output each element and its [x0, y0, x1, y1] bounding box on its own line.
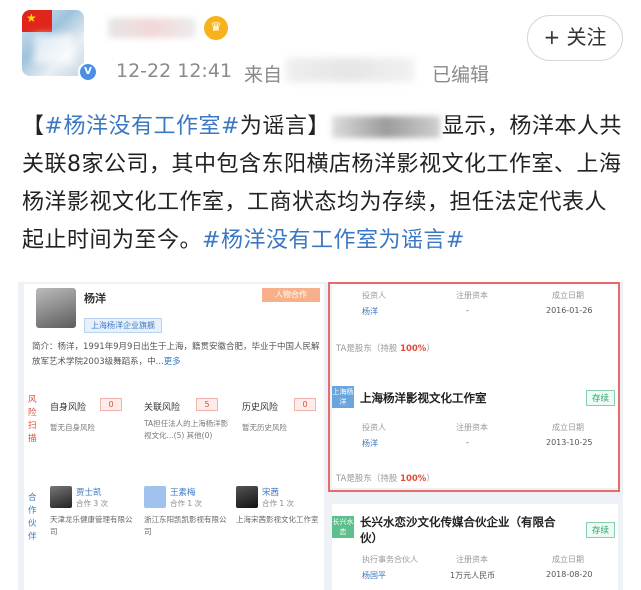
partner-meta: 合作 1 次: [262, 499, 295, 508]
partner-avatar: [236, 486, 258, 508]
risk-item-label: 历史风险: [242, 403, 279, 413]
col-capital: 注册资本: [456, 555, 488, 564]
partner-card: 王素梅 合作 1 次 浙江东阳凯凯影视有限公司: [144, 486, 232, 556]
partner-company: 天津龙乐健康管理有限公司: [50, 515, 133, 536]
company-list: 投资人 注册资本 成立日期 杨洋 - 2016-01-26 TA是股东（持股 1…: [326, 282, 623, 590]
title-suffix: 为谣言: [239, 114, 308, 139]
partner-name: 贾士凯: [76, 488, 102, 498]
intro-more-link: 更多: [163, 357, 181, 367]
col-date: 成立日期: [552, 555, 584, 564]
source-redacted: [286, 58, 414, 82]
partner-card: 贾士凯 合作 3 次 天津龙乐健康管理有限公司: [50, 486, 138, 556]
risk-sub: 暂无历史风险: [242, 423, 287, 432]
company-title: 长兴水恋沙文化传媒合伙企业（有限合伙）: [360, 515, 556, 545]
partner-value: 杨国平: [362, 571, 386, 580]
bracket-close: 】: [307, 114, 330, 139]
source-label: 来自: [244, 64, 283, 86]
post-header: ★ V ♛ 12-22 12:41 来自 已编辑 + 关注: [0, 0, 641, 92]
risk-count: 0: [100, 398, 122, 411]
partners-box: 合作伙伴 贾士凯 合作 3 次 天津龙乐健康管理有限公司 王素梅 合作 1 次 …: [24, 478, 324, 588]
china-flag-icon: ★: [22, 10, 52, 32]
partner-company: 浙江东阳凯凯影视有限公司: [144, 515, 227, 536]
risk-count: 5: [196, 398, 218, 411]
company-logo: 长兴水恋: [332, 516, 354, 538]
crown-icon: ♛: [204, 16, 228, 40]
risk-sub: 暂无自身风险: [50, 423, 95, 432]
redacted-text: [331, 116, 440, 138]
date-value: 2018-08-20: [546, 570, 593, 579]
user-avatar[interactable]: ★: [22, 10, 84, 76]
attached-image[interactable]: 杨洋 上海杨洋企业旗舰 人物合作 简介：杨洋，1991年9月9日出生于上海，籍贯…: [18, 282, 623, 590]
partner-name: 宋茜: [262, 488, 280, 498]
username-redacted[interactable]: [108, 18, 196, 38]
risk-sub: TA担任法人的上海杨洋影视文化...(5) 其他(0): [144, 419, 229, 440]
hashtag-title[interactable]: #杨洋没有工作室#: [45, 114, 240, 139]
highlight-frame: [328, 282, 620, 492]
profile-intro: 简介：杨洋，1991年9月9日出生于上海，籍贯安徽合肥，毕业于中国人民解放军艺术…: [32, 340, 320, 370]
verified-badge-icon: V: [78, 62, 98, 82]
profile-badge: 人物合作: [262, 288, 320, 302]
risk-item-label: 自身风险: [50, 403, 87, 413]
profile-tag: 上海杨洋企业旗舰: [84, 318, 162, 333]
partner-card: 宋茜 合作 1 次 上海宋茜影视文化工作室: [236, 486, 324, 556]
partner-avatar: [50, 486, 72, 508]
bracket-open: 【: [22, 114, 45, 139]
capital-value: 1万元人民币: [450, 571, 496, 580]
hashtag-end[interactable]: #杨洋没有工作室为谣言#: [202, 228, 465, 253]
partner-name: 王素梅: [170, 488, 196, 498]
col-partner: 执行事务合伙人: [362, 555, 418, 564]
risk-scan-box: 风险扫描 自身风险 0 暂无自身风险 关联风险 5 TA担任法人的上海杨洋影视文…: [24, 386, 324, 472]
partner-company: 上海宋茜影视文化工作室: [236, 515, 319, 524]
post-timestamp: 12-22 12:41: [116, 60, 233, 82]
partner-side-label: 合作伙伴: [28, 493, 37, 542]
profile-name: 杨洋: [84, 292, 106, 305]
risk-side-label: 风险扫描: [28, 395, 37, 444]
partner-meta: 合作 1 次: [170, 499, 203, 508]
risk-count: 0: [294, 398, 316, 411]
partner-avatar: [144, 486, 166, 508]
flag-star-icon: ★: [26, 11, 37, 25]
post-body: 【#杨洋没有工作室#为谣言】 显示，杨洋本人共关联8家公司，其中包含东阳横店杨洋影…: [22, 108, 622, 260]
avatar-blur: [34, 34, 74, 64]
partner-meta: 合作 3 次: [76, 499, 109, 508]
status-badge: 存续: [585, 522, 615, 538]
follow-button[interactable]: + 关注: [527, 15, 623, 61]
profile-photo: [36, 288, 76, 328]
risk-item-label: 关联风险: [144, 403, 181, 413]
verified-mark: V: [80, 64, 96, 80]
edited-label[interactable]: 已编辑: [432, 60, 489, 87]
